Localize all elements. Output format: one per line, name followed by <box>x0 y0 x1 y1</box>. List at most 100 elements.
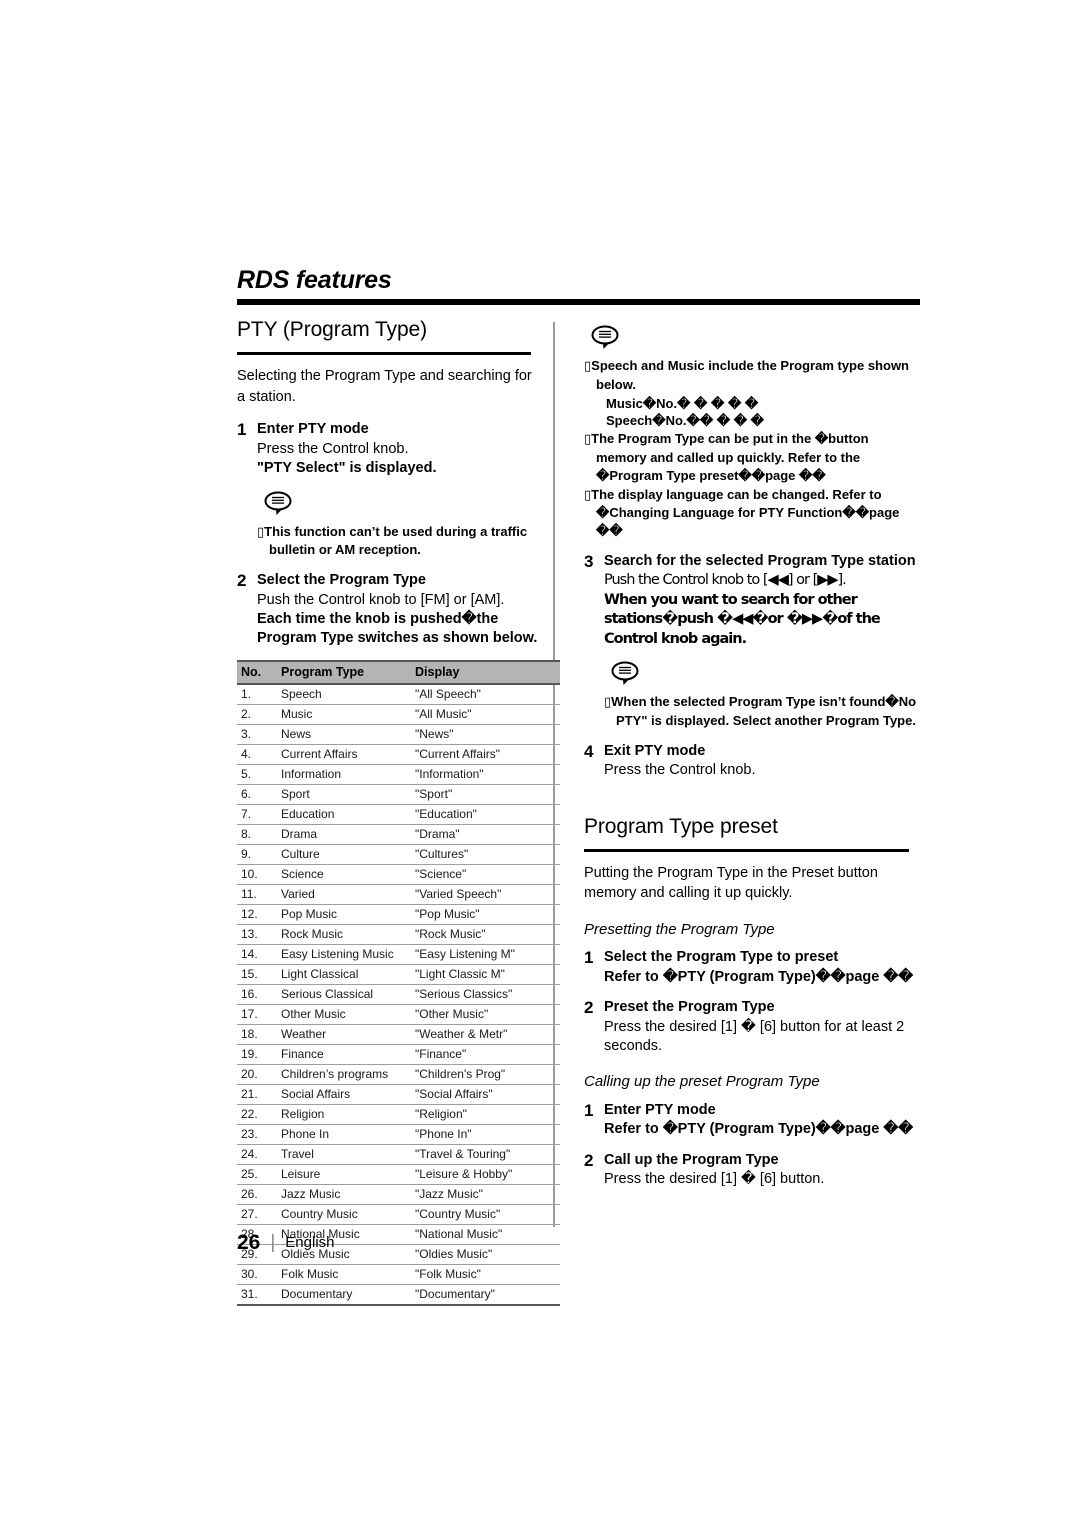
table-row: 15. Light Classical "Light Classic M" <box>237 964 560 985</box>
cell-display: "Easy Listening M" <box>411 944 560 965</box>
table-row: 14. Easy Listening Music "Easy Listening M… <box>237 944 560 965</box>
cell-program-type: Finance <box>277 1044 411 1065</box>
step-number: 2 <box>237 571 247 591</box>
left-column: PTY (Program Type) Selecting the Program… <box>237 318 560 1306</box>
cell-display: "Light Classic M" <box>411 964 560 985</box>
step-call-up-program-type: 2 Call up the Program Type Press the des… <box>584 1151 922 1190</box>
note-item-text: Speech and Music include the Program typ… <box>591 358 909 392</box>
step-line: Press the desired [1] � [6] button. <box>604 1171 825 1188</box>
step-line: Push the Control knob to [◀◀] or [▶▶]. <box>604 572 847 589</box>
footer-language: English <box>285 1234 335 1251</box>
step-number: 1 <box>584 1100 594 1120</box>
step-title: Enter PTY mode <box>604 1101 716 1118</box>
table-row: 16. Serious Classical "Serious Classics" <box>237 984 560 1005</box>
note-block-no-pty: ▯When the selected Program Type isn’t fo… <box>584 660 922 730</box>
preset-intro-text: Putting the Program Type in the Preset b… <box>584 864 878 902</box>
cell-display: "Drama" <box>411 824 560 845</box>
cell-no: 17. <box>237 1004 277 1025</box>
step-title: Preset the Program Type <box>604 999 775 1016</box>
note-speech-line: Speech�No.�� � � � <box>606 413 764 429</box>
table-row: 24. Travel "Travel & Touring" <box>237 1144 560 1165</box>
page-footer: 26 | English <box>237 1232 335 1253</box>
table-row: 1. Speech "All Speech" <box>237 683 560 705</box>
cell-no: 14. <box>237 944 277 965</box>
table-row: 8. Drama "Drama" <box>237 824 560 845</box>
cell-display: "Education" <box>411 804 560 825</box>
cell-no: 19. <box>237 1044 277 1065</box>
cell-program-type: News <box>277 724 411 745</box>
cell-program-type: Jazz Music <box>277 1184 411 1205</box>
cell-program-type: Drama <box>277 824 411 845</box>
cell-program-type: Serious Classical <box>277 984 411 1005</box>
cell-display: "Information" <box>411 764 560 785</box>
table-row: 2. Music "All Music" <box>237 704 560 725</box>
footer-separator: | <box>270 1232 276 1253</box>
step-number: 3 <box>584 551 594 571</box>
cell-display: "Country Music" <box>411 1204 560 1225</box>
speech-bubble-note-icon <box>264 490 542 521</box>
cell-no: 16. <box>237 984 277 1005</box>
section-heading-rule <box>237 352 531 356</box>
cell-display: "Leisure & Hobby" <box>411 1164 560 1185</box>
table-row: 19. Finance "Finance" <box>237 1044 560 1065</box>
cell-no: 20. <box>237 1064 277 1085</box>
cell-no: 12. <box>237 904 277 925</box>
cell-program-type: Phone In <box>277 1124 411 1145</box>
table-body: 1. Speech "All Speech" 2. Music "All Music" 3.… <box>237 683 560 1306</box>
cell-display: "Jazz Music" <box>411 1184 560 1205</box>
cell-display: "Folk Music" <box>411 1264 560 1285</box>
column-header-display: Display <box>411 659 560 685</box>
step-line: Push the Control knob to [FM] or [AM]. <box>257 591 505 608</box>
table-row: 18. Weather "Weather & Metr" <box>237 1024 560 1045</box>
cell-program-type: Rock Music <box>277 924 411 945</box>
cell-display: "Documentary" <box>411 1284 560 1306</box>
cell-program-type: Sport <box>277 784 411 805</box>
table-row: 4. Current Affairs "Current Affairs" <box>237 744 560 765</box>
right-column: ▯Speech and Music include the Program ty… <box>584 318 922 1201</box>
cell-no: 15. <box>237 964 277 985</box>
cell-no: 21. <box>237 1084 277 1105</box>
table-row: 17. Other Music "Other Music" <box>237 1004 560 1025</box>
document-page: RDS features PTY (Program Type) Selectin… <box>0 0 1080 1528</box>
note-item: ▯When the selected Program Type isn’t fo… <box>604 694 917 728</box>
step-search-station: 3 Search for the selected Program Type s… <box>584 552 922 649</box>
table-row: 3. News "News" <box>237 724 560 745</box>
cell-no: 25. <box>237 1164 277 1185</box>
cell-display: "Current Affairs" <box>411 744 560 765</box>
cell-no: 9. <box>237 844 277 865</box>
table-row: 12. Pop Music "Pop Music" <box>237 904 560 925</box>
table-row: 9. Culture "Cultures" <box>237 844 560 865</box>
step-line: Refer to �PTY (Program Type)��page �� <box>604 968 914 985</box>
step-title: Exit PTY mode <box>604 742 706 759</box>
note-item-text: This function can’t be used during a tra… <box>264 523 528 558</box>
cell-program-type: Other Music <box>277 1004 411 1025</box>
note-item-text: The display language can be changed. Ref… <box>591 486 900 539</box>
cell-no: 8. <box>237 824 277 845</box>
cell-program-type: Folk Music <box>277 1264 411 1285</box>
step-line: Press the Control knob. <box>604 762 756 779</box>
step-line: Each time the knob is pushed�the Program… <box>257 611 538 647</box>
table-row: 31. Documentary "Documentary" <box>237 1284 560 1306</box>
cell-display: "All Music" <box>411 704 560 725</box>
cell-program-type: Science <box>277 864 411 885</box>
table-row: 13. Rock Music "Rock Music" <box>237 924 560 945</box>
step-number: 2 <box>584 998 594 1018</box>
table-row: 7. Education "Education" <box>237 804 560 825</box>
chapter-title: RDS features <box>237 266 392 294</box>
note-block-speech-music: ▯Speech and Music include the Program ty… <box>584 324 922 540</box>
cell-no: 23. <box>237 1124 277 1145</box>
cell-no: 3. <box>237 724 277 745</box>
step-enter-pty-mode: 1 Enter PTY mode Press the Control knob.… <box>237 420 542 478</box>
table-row: 23. Phone In "Phone In" <box>237 1124 560 1145</box>
step-title: Enter PTY mode <box>257 421 369 438</box>
cell-display: "National Music" <box>411 1224 560 1245</box>
cell-display: "Weather & Metr" <box>411 1024 560 1045</box>
cell-display: "Social Affairs" <box>411 1084 560 1105</box>
cell-program-type: Children’s programs <box>277 1064 411 1085</box>
cell-display: "Other Music" <box>411 1004 560 1025</box>
note-item: ▯Speech and Music include the Program ty… <box>584 358 909 392</box>
cell-no: 10. <box>237 864 277 885</box>
subheading-calling-up: Calling up the preset Program Type <box>584 1073 820 1091</box>
table-row: 5. Information "Information" <box>237 764 560 785</box>
section-heading-pty: PTY (Program Type) <box>237 318 427 341</box>
